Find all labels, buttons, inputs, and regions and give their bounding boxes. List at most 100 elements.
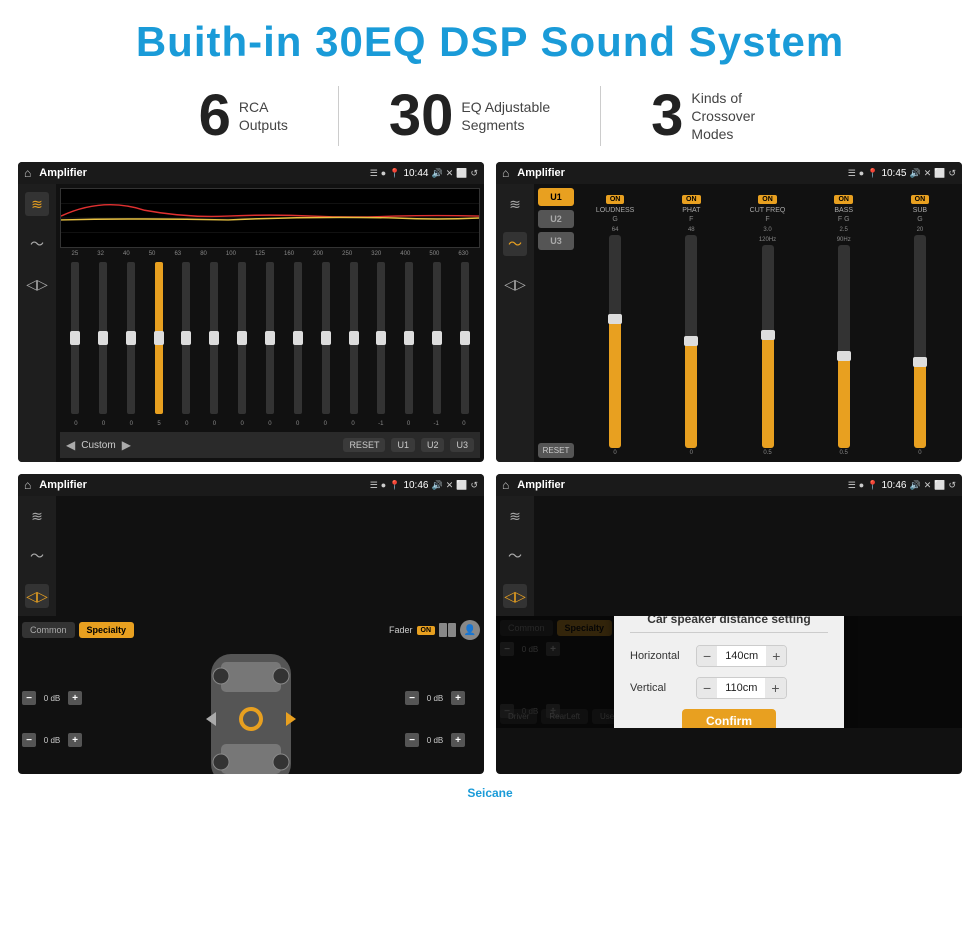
status-icons-4: ☰ ● 📍 10:46 🔊 ✕ ⬜ ↺ bbox=[848, 480, 956, 491]
home-icon-2[interactable]: ⌂ bbox=[502, 166, 509, 180]
fader-on-badge[interactable]: ON bbox=[417, 626, 436, 635]
back-icon-4[interactable]: ↺ bbox=[948, 480, 956, 491]
stat-crossover-number: 3 bbox=[651, 87, 683, 145]
profile-icon[interactable]: 👤 bbox=[460, 620, 480, 640]
location-icon-3: 📍 bbox=[389, 480, 400, 491]
eq-prev-btn[interactable]: ◀ bbox=[66, 438, 75, 452]
modal-horizontal-plus[interactable]: + bbox=[766, 646, 786, 666]
x-icon-1: ✕ bbox=[446, 168, 454, 179]
left-db-controls: − 0 dB + − 0 dB + bbox=[22, 644, 97, 774]
eq-reset-btn[interactable]: RESET bbox=[343, 438, 385, 452]
eq-slider-4[interactable] bbox=[155, 262, 163, 414]
eq-slider-9[interactable] bbox=[294, 262, 302, 414]
back-icon-2[interactable]: ↺ bbox=[948, 168, 956, 179]
left-db1-minus[interactable]: − bbox=[22, 691, 36, 705]
val-1: 0 bbox=[69, 421, 83, 427]
back-icon-1[interactable]: ↺ bbox=[470, 168, 478, 179]
eq-slider-14[interactable] bbox=[433, 262, 441, 414]
cutfreq-on-badge[interactable]: ON bbox=[758, 195, 777, 204]
eq-content: ≋ 〜 ◁▷ bbox=[18, 184, 484, 462]
amp-u1-btn[interactable]: U1 bbox=[538, 188, 574, 206]
left-db1-plus[interactable]: + bbox=[68, 691, 82, 705]
freq-32: 32 bbox=[97, 251, 104, 257]
amp-sidebar-eq-icon[interactable]: ≋ bbox=[503, 192, 527, 216]
fader-label: Fader bbox=[389, 625, 413, 635]
modal-vertical-minus[interactable]: − bbox=[697, 678, 717, 698]
spk-sidebar-eq[interactable]: ≋ bbox=[25, 504, 49, 528]
spk-sidebar-spk[interactable]: ◁▷ bbox=[25, 584, 49, 608]
left-db2-minus[interactable]: − bbox=[22, 733, 36, 747]
amp-ch-bass: ON BASS bbox=[808, 188, 880, 214]
sub-on-badge[interactable]: ON bbox=[911, 195, 930, 204]
amp-sliders-area: 64 0 48 bbox=[577, 225, 958, 458]
eq-slider-6[interactable] bbox=[210, 262, 218, 414]
modal-confirm-button[interactable]: Confirm bbox=[682, 709, 776, 729]
phat-on-badge[interactable]: ON bbox=[682, 195, 701, 204]
eq-slider-5[interactable] bbox=[182, 262, 190, 414]
eq-slider-7[interactable] bbox=[238, 262, 246, 414]
eq-u1-btn[interactable]: U1 bbox=[391, 438, 415, 452]
eq-sidebar-speaker-icon[interactable]: ◁▷ bbox=[25, 272, 49, 296]
dist-sidebar-eq[interactable]: ≋ bbox=[503, 504, 527, 528]
eq-sidebar-eq-icon[interactable]: ≋ bbox=[25, 192, 49, 216]
eq-slider-12[interactable] bbox=[377, 262, 385, 414]
val-12: -1 bbox=[374, 421, 388, 427]
home-icon-4[interactable]: ⌂ bbox=[502, 478, 509, 492]
spk-sidebar-wave[interactable]: 〜 bbox=[25, 544, 49, 568]
dist-sidebar-spk[interactable]: ◁▷ bbox=[503, 584, 527, 608]
eq-slider-10[interactable] bbox=[322, 262, 330, 414]
tab-common[interactable]: Common bbox=[22, 622, 75, 638]
modal-vertical-label: Vertical bbox=[630, 682, 690, 694]
eq-slider-2[interactable] bbox=[99, 262, 107, 414]
page-title: Buith-in 30EQ DSP Sound System bbox=[0, 18, 980, 66]
left-db2-plus[interactable]: + bbox=[68, 733, 82, 747]
dist-sidebar-wave[interactable]: 〜 bbox=[503, 544, 527, 568]
amp-ch-cutfreq: ON CUT FREQ bbox=[731, 188, 803, 214]
eq-u2-btn[interactable]: U2 bbox=[421, 438, 445, 452]
home-icon-3[interactable]: ⌂ bbox=[24, 478, 31, 492]
screen-eq: ⌂ Amplifier ☰ ● 📍 10:44 🔊 ✕ ⬜ ↺ ≋ 〜 ◁▷ bbox=[18, 162, 484, 462]
amp-cutfreq-slider: 3.0 120Hz 0.5 bbox=[731, 227, 803, 456]
amp-channels: ON LOUDNESS ON PHAT ON CUT FREQ ON bbox=[577, 188, 958, 458]
fader-row: Fader ON 👤 bbox=[389, 620, 480, 640]
eq-slider-11[interactable] bbox=[350, 262, 358, 414]
loudness-on-badge[interactable]: ON bbox=[606, 195, 625, 204]
vol-icon-3: 🔊 bbox=[431, 480, 442, 491]
right-db1-minus[interactable]: − bbox=[405, 691, 419, 705]
right-db1-value: 0 dB bbox=[421, 694, 449, 703]
modal-horizontal-minus[interactable]: − bbox=[697, 646, 717, 666]
stat-rca-label: RCAOutputs bbox=[239, 98, 288, 134]
amp-sidebar-speaker-icon[interactable]: ◁▷ bbox=[503, 272, 527, 296]
speaker-layout-area: − 0 dB + − 0 dB + bbox=[22, 644, 480, 774]
amp-sidebar-wave-icon[interactable]: 〜 bbox=[503, 232, 527, 256]
car-diagram bbox=[101, 644, 401, 774]
eq-slider-8[interactable] bbox=[266, 262, 274, 414]
cutfreq-bot: 0.5 bbox=[763, 450, 771, 456]
right-db2-plus[interactable]: + bbox=[451, 733, 465, 747]
amp-channel-headers: ON LOUDNESS ON PHAT ON CUT FREQ ON bbox=[577, 188, 958, 214]
eq-next-btn[interactable]: ▶ bbox=[122, 438, 131, 452]
eq-slider-3[interactable] bbox=[127, 262, 135, 414]
home-icon-1[interactable]: ⌂ bbox=[24, 166, 31, 180]
back-icon-3[interactable]: ↺ bbox=[470, 480, 478, 491]
tab-specialty[interactable]: Specialty bbox=[79, 622, 135, 638]
eq-mode-label: Custom bbox=[81, 440, 115, 451]
eq-sidebar-wave-icon[interactable]: 〜 bbox=[25, 232, 49, 256]
status-icons-2: ☰ ● 📍 10:45 🔊 ✕ ⬜ ↺ bbox=[848, 168, 956, 179]
bass-on-badge[interactable]: ON bbox=[834, 195, 853, 204]
modal-horizontal-label: Horizontal bbox=[630, 650, 690, 662]
screen-distance: ⌂ Amplifier ☰ ● 📍 10:46 🔊 ✕ ⬜ ↺ ≋ 〜 ◁▷ bbox=[496, 474, 962, 774]
eq-slider-1[interactable] bbox=[71, 262, 79, 414]
eq-slider-13[interactable] bbox=[405, 262, 413, 414]
amp-reset-btn[interactable]: RESET bbox=[538, 443, 574, 458]
stats-row: 6 RCAOutputs 30 EQ AdjustableSegments 3 … bbox=[0, 76, 980, 162]
amp-u2-btn[interactable]: U2 bbox=[538, 210, 574, 228]
amp-u3-btn[interactable]: U3 bbox=[538, 232, 574, 250]
eq-u3-btn[interactable]: U3 bbox=[450, 438, 474, 452]
modal-vertical-plus[interactable]: + bbox=[765, 678, 785, 698]
vol-icon-4: 🔊 bbox=[909, 480, 920, 491]
right-db1-plus[interactable]: + bbox=[451, 691, 465, 705]
right-db2-minus[interactable]: − bbox=[405, 733, 419, 747]
amp-presets: U1 U2 U3 RESET bbox=[538, 188, 574, 458]
eq-slider-15[interactable] bbox=[461, 262, 469, 414]
